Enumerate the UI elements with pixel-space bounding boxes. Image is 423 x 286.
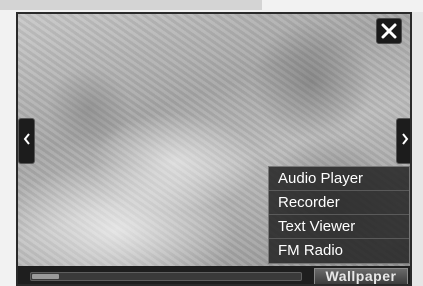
progress-fill	[32, 274, 59, 279]
chevron-left-icon	[22, 132, 32, 151]
bottom-bar: Wallpaper	[18, 266, 410, 284]
right-edge	[412, 12, 423, 286]
close-icon	[377, 19, 401, 43]
top-strip	[0, 0, 262, 10]
device-screen: Audio Player Recorder Text Viewer FM Rad…	[16, 12, 412, 286]
progress-bar[interactable]	[30, 272, 302, 281]
menu-item-recorder[interactable]: Recorder	[269, 191, 409, 215]
next-button[interactable]	[396, 118, 410, 164]
chevron-right-icon	[400, 132, 410, 151]
menu-item-text-viewer[interactable]: Text Viewer	[269, 215, 409, 239]
wallpaper-button[interactable]: Wallpaper	[314, 268, 408, 284]
app-menu: Audio Player Recorder Text Viewer FM Rad…	[268, 166, 410, 264]
close-button[interactable]	[376, 18, 402, 44]
menu-item-fm-radio[interactable]: FM Radio	[269, 239, 409, 262]
menu-item-audio-player[interactable]: Audio Player	[269, 167, 409, 191]
previous-button[interactable]	[18, 118, 35, 164]
top-strip-blank	[262, 0, 423, 10]
